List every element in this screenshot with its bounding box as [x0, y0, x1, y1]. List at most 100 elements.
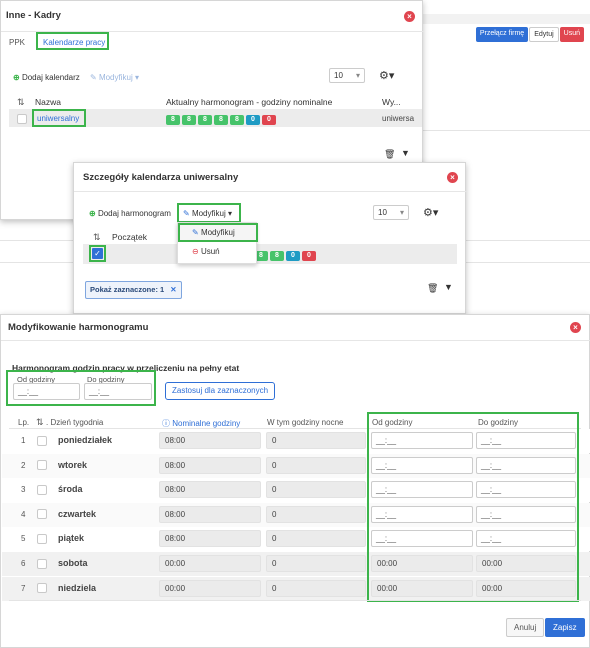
modify-schedule-dialog: Modyfikowanie harmonogramu × Harmonogram… — [0, 314, 590, 648]
show-selected-filter[interactable]: Pokaż zaznaczone: 1 ✕ — [85, 281, 182, 299]
row-lp: 4 — [21, 509, 26, 519]
hours-chip: 8 — [198, 115, 212, 125]
row-day: wtorek — [58, 459, 88, 470]
apply-selected-button[interactable]: Zastosuj dla zaznaczonych — [165, 382, 276, 400]
calendar-details-dialog: Szczegóły kalendarza uniwersalny × ⊕ Dod… — [73, 162, 467, 314]
switch-company-button[interactable]: Przełącz firmę — [475, 27, 529, 42]
column-start[interactable]: Początek — [112, 232, 147, 242]
night-hours-field: 0 — [266, 555, 366, 572]
column-lp: Lp. — [18, 418, 30, 427]
filter-label: Pokaż zaznaczone: 1 — [90, 285, 165, 294]
tab-ppk[interactable]: PPK — [9, 38, 25, 47]
menu-item-delete[interactable]: ⊖ Usuń — [192, 247, 220, 256]
row-lp: 2 — [21, 460, 26, 470]
modify-button[interactable]: ✎ Modyfikuj ▾ — [90, 73, 139, 82]
divider — [1, 340, 590, 341]
edit-icon: ✎ — [183, 209, 190, 218]
time-columns-highlight — [367, 412, 579, 602]
cancel-button[interactable]: Anuluj — [506, 618, 545, 637]
row-day: niedziela — [58, 582, 97, 593]
tab-label: Kalendarze pracy — [43, 38, 106, 47]
tab-work-calendars[interactable]: Kalendarze pracy — [36, 32, 109, 50]
row-lp: 7 — [21, 583, 26, 593]
filter-icon[interactable]: ▼ — [401, 148, 410, 158]
sort-icon[interactable]: ⇅ — [36, 417, 44, 428]
nominal-hours-field: 00:00 — [159, 555, 261, 572]
settings-gear-icon[interactable]: ⚙▾ — [423, 206, 438, 219]
row-checkbox[interactable] — [37, 460, 47, 471]
settings-gear-icon[interactable]: ⚙▾ — [379, 69, 394, 82]
check-icon: ✓ — [92, 248, 103, 259]
modify-dropdown-button[interactable]: ✎ Modyfikuj ▾ — [177, 203, 241, 223]
hours-chip: 8 — [230, 115, 244, 125]
row-checkbox[interactable]: ✓ — [89, 245, 106, 262]
column-schedule[interactable]: Aktualny harmonogram - godziny nominalne — [166, 97, 332, 107]
column-extra[interactable]: Wy... — [382, 97, 401, 107]
plus-circle-icon: ⊕ — [89, 209, 96, 218]
add-schedule-label: Dodaj harmonogram — [97, 209, 171, 218]
row-checkbox[interactable] — [37, 509, 47, 520]
add-schedule-button[interactable]: ⊕ Dodaj harmonogram — [89, 209, 171, 218]
row-lp: 3 — [21, 485, 26, 495]
row-checkbox[interactable] — [37, 558, 47, 569]
row-day: czwartek — [58, 508, 97, 519]
save-button[interactable]: Zapisz — [545, 618, 585, 637]
row-lp: 1 — [21, 436, 26, 445]
night-hours-field: 0 — [266, 579, 366, 597]
row-checkbox[interactable] — [17, 113, 27, 124]
filter-icon[interactable]: ▼ — [444, 282, 453, 292]
delete-button[interactable]: Usuń — [559, 27, 584, 42]
dialog-title: Inne - Kadry — [6, 10, 61, 21]
schedule-chips: 8888800 — [166, 113, 278, 125]
edit-button[interactable]: Edytuj — [529, 27, 559, 42]
page-size-select[interactable]: 10 ▾ — [329, 68, 365, 83]
bulk-from-input[interactable]: __:__ — [13, 383, 80, 400]
page-size-value: 10 — [378, 208, 387, 217]
trash-icon[interactable]: 🗑 — [384, 149, 395, 160]
save-label: Zapisz — [553, 623, 577, 632]
background-toolbar: Przełącz firmę Edytuj Usuń — [475, 27, 584, 42]
close-icon[interactable]: × — [570, 322, 581, 333]
row-day: piątek — [58, 533, 85, 544]
hours-chip: 8 — [182, 115, 196, 125]
row-lp: 5 — [21, 534, 26, 544]
menu-item-modify[interactable]: ✎ Modyfikuj — [178, 223, 258, 242]
row-checkbox[interactable] — [37, 484, 47, 495]
night-hours-field: 0 — [266, 481, 366, 499]
nominal-hours-field: 08:00 — [159, 456, 261, 474]
sort-icon[interactable]: ⇅ — [17, 97, 25, 108]
add-calendar-label: Dodaj kalendarz — [21, 73, 80, 82]
bulk-to-input[interactable]: __:__ — [84, 383, 152, 400]
row-checkbox[interactable] — [37, 533, 47, 545]
column-name[interactable]: Nazwa — [35, 97, 61, 107]
close-icon[interactable]: ✕ — [170, 285, 176, 294]
chevron-down-icon: ▾ — [399, 208, 404, 217]
menu-item-label: Modyfikuj — [200, 228, 235, 237]
plus-circle-icon: ⊕ — [13, 73, 20, 82]
calendar-name-link[interactable]: uniwersalny — [32, 109, 86, 127]
sort-icon[interactable]: ⇅ — [93, 232, 101, 243]
row-day: środa — [58, 484, 83, 495]
row-extra: uniwersa — [382, 114, 415, 123]
hours-chip: 8 — [270, 251, 284, 261]
calendar-name: uniwersalny — [37, 114, 80, 123]
add-calendar-button[interactable]: ⊕ Dodaj kalendarz — [13, 73, 80, 82]
row-lp: 6 — [21, 559, 26, 568]
minus-circle-icon: ⊖ — [192, 247, 199, 256]
dialog-title: Modyfikowanie harmonogramu — [8, 322, 149, 333]
placeholder: __:__ — [18, 387, 39, 396]
edit-icon: ✎ — [192, 228, 199, 237]
row-checkbox[interactable] — [37, 583, 47, 594]
apply-label: Zastosuj dla zaznaczonych — [172, 386, 269, 395]
row-checkbox[interactable] — [37, 435, 47, 446]
column-day[interactable]: . Dzień tygodnia — [46, 418, 103, 427]
page-size-select[interactable]: 10 ▾ — [373, 205, 409, 220]
trash-icon[interactable]: 🗑 — [427, 283, 438, 294]
nominal-hours-field: 08:00 — [159, 481, 261, 499]
close-icon[interactable]: × — [404, 11, 415, 22]
page-size-value: 10 — [334, 71, 343, 80]
edit-icon: ✎ — [90, 73, 97, 82]
cancel-label: Anuluj — [514, 623, 537, 632]
divider — [74, 191, 467, 192]
close-icon[interactable]: × — [447, 172, 458, 183]
